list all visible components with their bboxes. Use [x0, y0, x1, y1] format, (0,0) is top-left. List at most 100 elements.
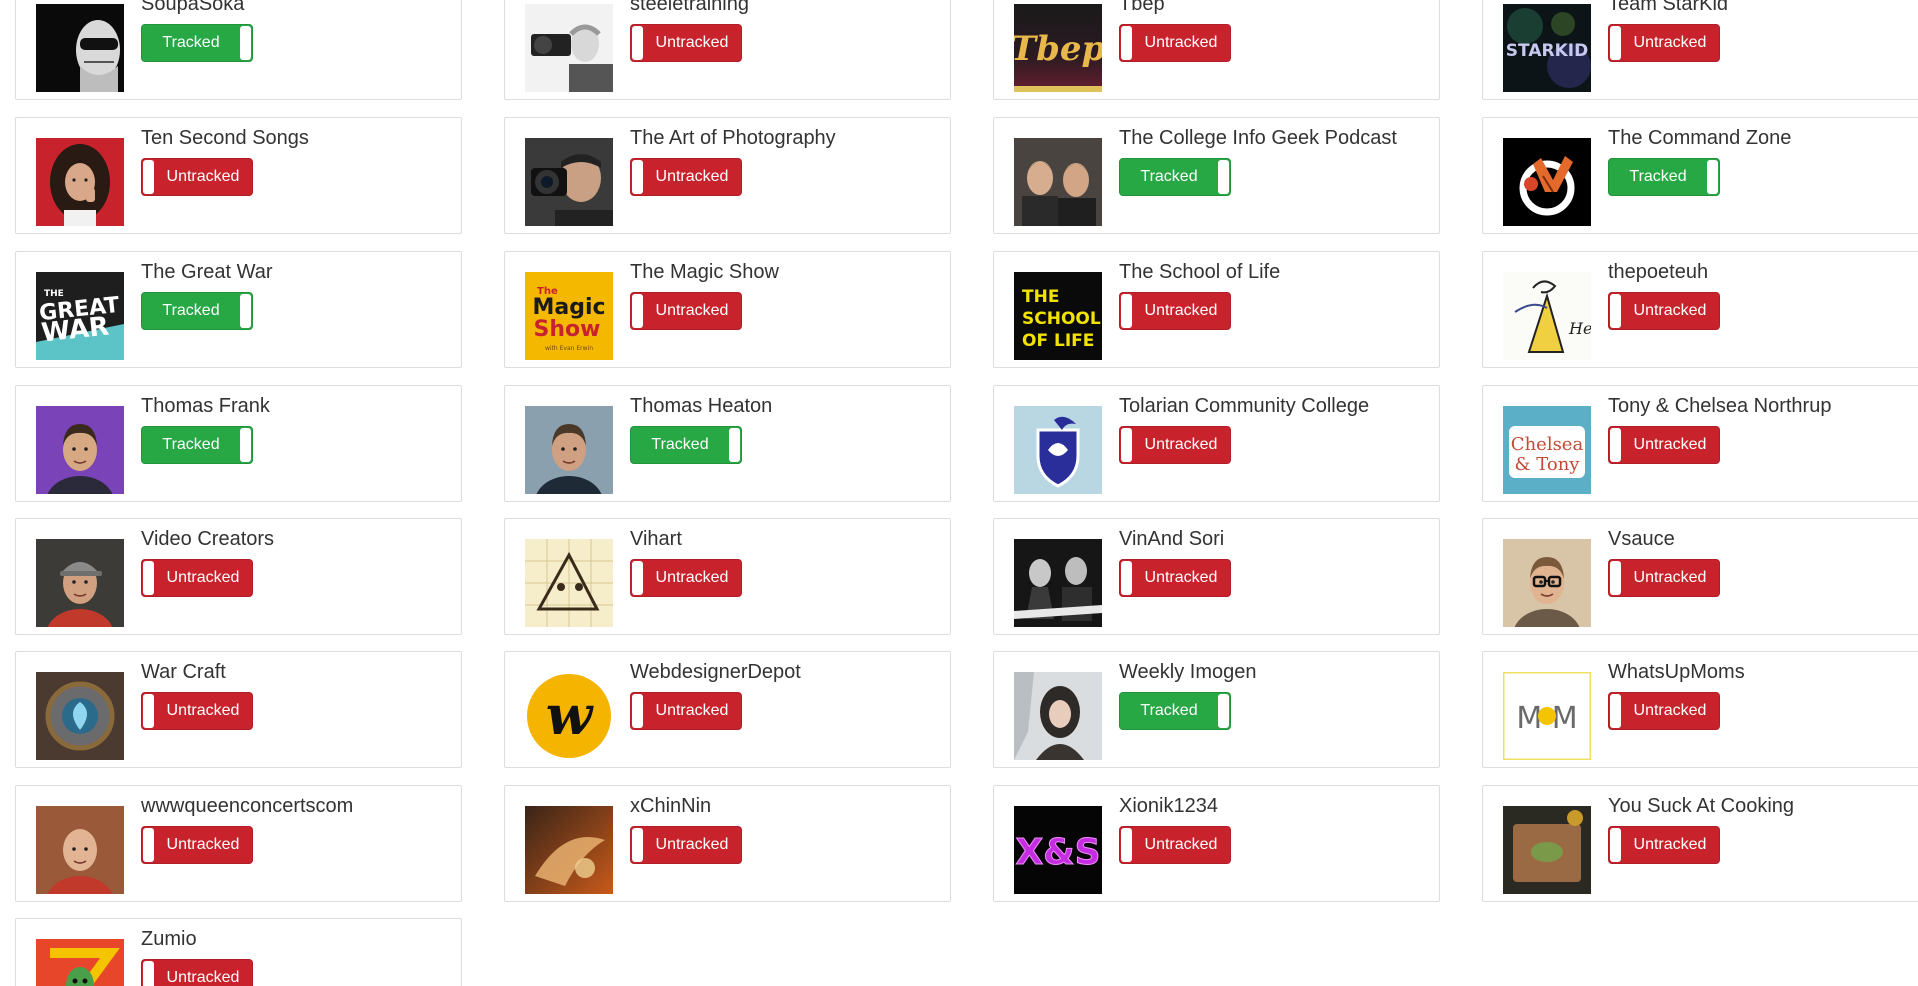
tracking-status-label: Tracked	[1140, 168, 1198, 185]
tracking-toggle[interactable]: Untracked	[630, 826, 742, 864]
tracking-toggle[interactable]: Untracked	[141, 959, 253, 986]
channel-card: Hea thepoeteuh Untracked	[1482, 251, 1918, 368]
two-hosts-avatar-icon	[1014, 138, 1102, 226]
toggle-knob[interactable]	[143, 828, 154, 862]
toggle-knob[interactable]	[1610, 828, 1621, 862]
channel-name: Weekly Imogen	[1119, 661, 1257, 683]
channel-name: Tolarian Community College	[1119, 395, 1370, 417]
masked-face-avatar-icon	[36, 4, 124, 92]
tracking-toggle[interactable]: Untracked	[630, 692, 742, 730]
channel-card: Chelsea & Tony Tony & Chelsea Northrup Untr…	[1482, 385, 1918, 502]
toggle-knob[interactable]	[143, 160, 154, 194]
toggle-knob[interactable]	[240, 294, 251, 328]
tracking-toggle[interactable]: Untracked	[1608, 826, 1720, 864]
tracking-toggle[interactable]: Untracked	[630, 292, 742, 330]
tracking-status-label: Untracked	[655, 168, 729, 185]
toggle-knob[interactable]	[143, 694, 154, 728]
channel-card: The Art of Photography Untracked	[504, 117, 951, 234]
tracking-toggle[interactable]: Tracked	[1119, 692, 1231, 730]
channel-card: The Command Zone Tracked	[1482, 117, 1918, 234]
toggle-knob[interactable]	[1218, 160, 1229, 194]
tracking-status-label: Untracked	[655, 702, 729, 719]
smiling-man-avatar-icon	[36, 406, 124, 494]
channel-name: Tbep	[1119, 0, 1165, 15]
toggle-knob[interactable]	[143, 961, 154, 986]
toggle-knob[interactable]	[1121, 294, 1132, 328]
channel-card: Thomas Frank Tracked	[15, 385, 462, 502]
tracking-toggle[interactable]: Tracked	[630, 426, 742, 464]
tracking-toggle[interactable]: Untracked	[630, 559, 742, 597]
toggle-knob[interactable]	[632, 26, 643, 60]
tracking-toggle[interactable]: Untracked	[1119, 292, 1231, 330]
tracking-toggle[interactable]: Untracked	[1119, 24, 1231, 62]
toggle-knob[interactable]	[1610, 294, 1621, 328]
channel-name: You Suck At Cooking	[1608, 795, 1795, 817]
tracking-toggle[interactable]: Untracked	[1119, 826, 1231, 864]
musicians-avatar-icon	[1014, 539, 1102, 627]
toggle-knob[interactable]	[1218, 694, 1229, 728]
channel-card: Tbep Tbep Untracked	[993, 0, 1440, 100]
tracking-toggle[interactable]: Tracked	[1119, 158, 1231, 196]
channel-name: steeletraining	[630, 0, 749, 15]
zumio-logo-icon	[36, 939, 124, 986]
channel-card: THE SCHOOL OF LIFE The School of Life Untrac…	[993, 251, 1440, 368]
great-war-logo-icon: THE GREAT WAR	[36, 272, 124, 360]
tracking-status-label: Untracked	[1633, 702, 1707, 719]
svg-text:X&S: X&S	[1015, 832, 1100, 873]
tracking-toggle[interactable]: Untracked	[1119, 559, 1231, 597]
tracking-status-label: Untracked	[1144, 34, 1218, 51]
tracking-toggle[interactable]: Untracked	[141, 826, 253, 864]
tracking-status-label: Untracked	[655, 302, 729, 319]
tracking-toggle[interactable]: Untracked	[141, 559, 253, 597]
tracking-toggle[interactable]: Untracked	[1608, 692, 1720, 730]
camera-man-avatar-icon	[525, 138, 613, 226]
toggle-knob[interactable]	[240, 428, 251, 462]
channel-name: Vsauce	[1608, 528, 1675, 550]
channel-name: The Art of Photography	[630, 127, 836, 149]
tracking-toggle[interactable]: Untracked	[1608, 292, 1720, 330]
tracking-status-label: Untracked	[1633, 569, 1707, 586]
toggle-knob[interactable]	[1121, 428, 1132, 462]
channel-card: w WebdesignerDepot Untracked	[504, 651, 951, 768]
tracking-toggle[interactable]: Untracked	[141, 158, 253, 196]
svg-text:STARKID: STARKID	[1506, 41, 1588, 61]
tbep-logo-icon: Tbep	[1014, 4, 1102, 92]
tracking-status-label: Tracked	[162, 34, 220, 51]
channel-card: M M WhatsUpMoms Untracked	[1482, 651, 1918, 768]
channel-name: Tony & Chelsea Northrup	[1608, 395, 1832, 417]
toggle-knob[interactable]	[1610, 694, 1621, 728]
tracking-toggle[interactable]: Untracked	[141, 692, 253, 730]
toggle-knob[interactable]	[1121, 828, 1132, 862]
tracking-toggle[interactable]: Untracked	[1608, 24, 1720, 62]
toggle-knob[interactable]	[729, 428, 740, 462]
toggle-knob[interactable]	[632, 160, 643, 194]
toggle-knob[interactable]	[632, 561, 643, 595]
tracking-toggle[interactable]: Untracked	[1119, 426, 1231, 464]
toggle-knob[interactable]	[1610, 428, 1621, 462]
channel-card: X&S Xionik1234 Untracked	[993, 785, 1440, 902]
channel-name: Vihart	[630, 528, 682, 550]
toggle-knob[interactable]	[1610, 561, 1621, 595]
tracking-toggle[interactable]: Untracked	[1608, 426, 1720, 464]
toggle-knob[interactable]	[632, 694, 643, 728]
tracking-toggle[interactable]: Tracked	[141, 426, 253, 464]
toggle-knob[interactable]	[240, 26, 251, 60]
outdoor-man-avatar-icon	[525, 406, 613, 494]
tracking-toggle[interactable]: Tracked	[141, 24, 253, 62]
channel-card: Tolarian Community College Untracked	[993, 385, 1440, 502]
toggle-knob[interactable]	[1610, 26, 1621, 60]
tracking-toggle[interactable]: Untracked	[1608, 559, 1720, 597]
tracking-toggle[interactable]: Untracked	[630, 24, 742, 62]
toggle-knob[interactable]	[632, 294, 643, 328]
tracking-toggle[interactable]: Tracked	[141, 292, 253, 330]
toggle-knob[interactable]	[1121, 561, 1132, 595]
toggle-knob[interactable]	[143, 561, 154, 595]
toggle-knob[interactable]	[632, 828, 643, 862]
svg-text:THE: THE	[1022, 287, 1059, 307]
toggle-knob[interactable]	[1121, 26, 1132, 60]
tracking-toggle[interactable]: Tracked	[1608, 158, 1720, 196]
photographer-avatar-icon	[525, 4, 613, 92]
tracking-status-label: Tracked	[162, 302, 220, 319]
tracking-toggle[interactable]: Untracked	[630, 158, 742, 196]
toggle-knob[interactable]	[1707, 160, 1718, 194]
